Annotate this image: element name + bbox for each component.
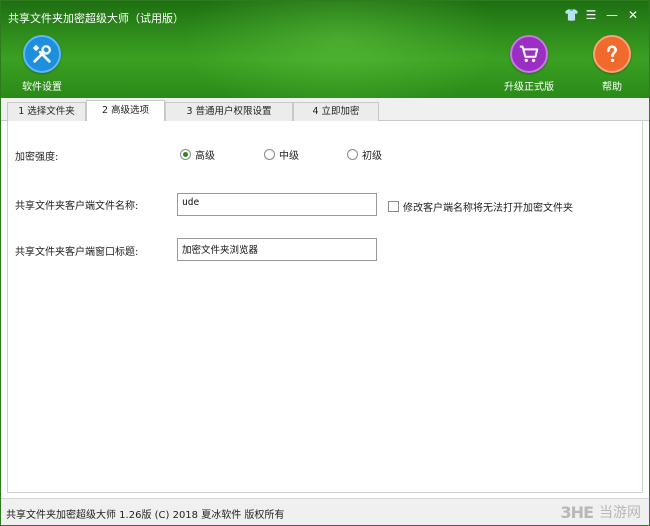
strength-high-label: 高级 [195,151,215,162]
strength-medium-label: 中级 [279,151,299,162]
status-bar: 共享文件夹加密超级大师 1.26版 (C) 2018 夏冰软件 版权所有 3HE… [1,498,649,525]
help-button[interactable]: 帮助 [577,35,647,93]
client-name-input[interactable]: ude [177,193,377,216]
strength-medium-radio[interactable]: 中级 [264,147,299,162]
window-title-input[interactable]: 加密文件夹浏览器 [177,238,377,261]
settings-label: 软件设置 [22,82,62,93]
checkbox-icon [388,201,399,212]
window-title: 共享文件夹加密超级大师（试用版） [8,12,184,25]
cart-icon [510,35,548,73]
strength-low-label: 初级 [362,151,382,162]
copyright-text: 共享文件夹加密超级大师 1.26版 (C) 2018 夏冰软件 版权所有 [6,510,285,521]
skin-icon[interactable]: 👕 [564,8,579,22]
client-name-label: 共享文件夹客户端文件名称: [15,201,139,212]
rename-warning-label: 修改客户端名称将无法打开加密文件夹 [403,203,573,214]
header-bar: 共享文件夹加密超级大师（试用版） 👕 ☰ — ✕ 软件设置 升级正式版 帮助 [1,1,649,98]
strength-high-radio[interactable]: 高级 [180,147,215,162]
help-label: 帮助 [602,82,622,93]
tab-advanced-options[interactable]: 2 高级选项 [86,100,165,122]
minimize-icon[interactable]: — [606,8,618,22]
settings-button[interactable]: 软件设置 [7,35,77,93]
rename-warning-checkbox[interactable]: 修改客户端名称将无法打开加密文件夹 [388,199,573,214]
tab-encrypt-now[interactable]: 4 立即加密 [293,102,379,121]
question-icon [593,35,631,73]
close-icon[interactable]: ✕ [627,8,639,22]
app-window: 共享文件夹加密超级大师（试用版） 👕 ☰ — ✕ 软件设置 升级正式版 帮助 1… [0,0,650,526]
menu-icon[interactable]: ☰ [585,8,597,22]
upgrade-label: 升级正式版 [504,82,554,93]
radio-empty-icon [264,149,275,160]
tab-bar: 1 选择文件夹 2 高级选项 3 普通用户权限设置 4 立即加密 [1,98,649,122]
tab-user-permissions[interactable]: 3 普通用户权限设置 [165,102,293,121]
tools-icon [23,35,61,73]
window-controls: 👕 ☰ — ✕ [564,8,639,22]
watermark-logo: 3HE [560,502,594,522]
window-title-label: 共享文件夹客户端窗口标题: [15,247,139,258]
tab-select-folder[interactable]: 1 选择文件夹 [7,102,86,121]
watermark: 3HE 当游网 [561,502,641,522]
radio-selected-icon [180,149,191,160]
strength-low-radio[interactable]: 初级 [347,147,382,162]
watermark-site: 当游网 [599,505,641,521]
radio-empty-icon [347,149,358,160]
advanced-options-panel: 加密强度: 高级 中级 初级 共享文件夹客户端文件名称: ude 修改客户端名称… [7,121,643,493]
strength-label: 加密强度: [15,152,59,163]
upgrade-button[interactable]: 升级正式版 [494,35,564,93]
